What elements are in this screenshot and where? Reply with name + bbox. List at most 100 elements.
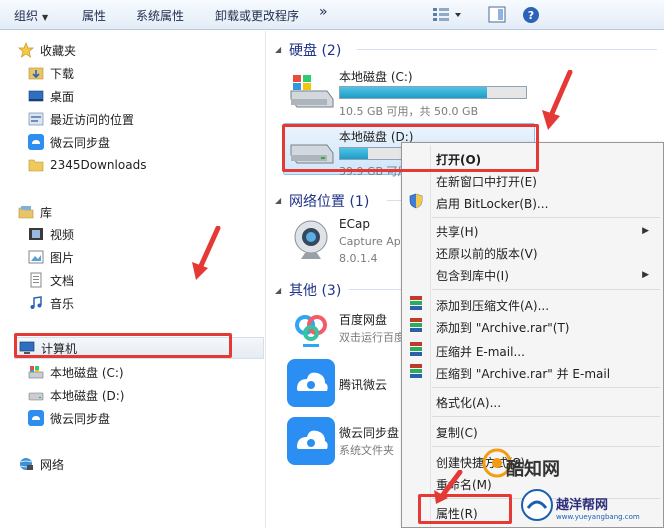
nav-pictures[interactable]: 图片 bbox=[28, 246, 74, 268]
weiyun-icon bbox=[287, 417, 335, 465]
nav-network[interactable]: 网络 bbox=[18, 453, 64, 475]
svg-text:?: ? bbox=[528, 9, 534, 22]
nav-recent[interactable]: 最近访问的位置 bbox=[28, 108, 134, 130]
submenu-arrow-icon: ▶ bbox=[642, 270, 649, 280]
nav-label: 下载 bbox=[50, 66, 75, 81]
menu-item-share[interactable]: 共享(H) bbox=[436, 223, 478, 240]
library-icon bbox=[18, 204, 34, 220]
menu-item-compress-email[interactable]: 压缩并 E-mail... bbox=[436, 343, 525, 360]
nav-label: 2345Downloads bbox=[50, 158, 147, 172]
watermark-badge-icon bbox=[521, 489, 553, 521]
nav-drive-d[interactable]: 本地磁盘 (D:) bbox=[28, 384, 124, 406]
nav-libraries[interactable]: 库 bbox=[18, 201, 52, 223]
nav-label: 本地磁盘 (C:) bbox=[50, 365, 124, 380]
nav-label: 桌面 bbox=[50, 89, 75, 104]
weiyun-icon bbox=[28, 410, 44, 426]
nav-label: 音乐 bbox=[50, 296, 75, 311]
nav-label: 微云同步盘 bbox=[50, 135, 111, 150]
tencent-weiyun-name: 腾讯微云 bbox=[339, 378, 388, 392]
collapse-arrow-icon[interactable]: ◢ bbox=[275, 45, 281, 54]
nav-drive-c[interactable]: 本地磁盘 (C:) bbox=[28, 361, 124, 383]
group-header-hdd[interactable]: 硬盘 (2) bbox=[289, 40, 341, 60]
windows-drive-icon bbox=[290, 75, 334, 108]
nav-label: 文档 bbox=[50, 273, 75, 288]
weiyun-icon bbox=[28, 134, 44, 150]
view-options-icon[interactable] bbox=[432, 6, 462, 27]
ecap-version: 8.0.1.4 bbox=[339, 252, 378, 265]
menu-item-copy[interactable]: 复制(C) bbox=[436, 424, 478, 441]
watermark-sub-text: 越洋帮网 bbox=[556, 498, 609, 513]
navigation-pane: 收藏夹 下载 桌面 最近访问的位置 微云同步盘 2345Downloads 库 … bbox=[0, 31, 266, 528]
menu-item-open-new-window[interactable]: 在新窗口中打开(E) bbox=[436, 173, 537, 190]
winrar-icon bbox=[410, 342, 422, 356]
shield-icon bbox=[409, 193, 423, 209]
menu-item-include-library[interactable]: 包含到库中(I) bbox=[436, 267, 509, 284]
baidu-netdisk-icon bbox=[289, 307, 333, 351]
nav-label: 视频 bbox=[50, 227, 75, 242]
properties-button[interactable]: 属性 bbox=[82, 7, 106, 24]
submenu-arrow-icon: ▶ bbox=[642, 226, 649, 236]
uninstall-button[interactable]: 卸载或更改程序 bbox=[215, 7, 299, 24]
nav-label: 微云同步盘 bbox=[50, 411, 111, 426]
nav-label: 图片 bbox=[50, 250, 75, 265]
nav-label: 库 bbox=[40, 205, 53, 220]
menu-item-add-archive[interactable]: 添加到压缩文件(A)... bbox=[436, 297, 549, 314]
group-divider bbox=[357, 49, 657, 50]
menu-item-bitlocker[interactable]: 启用 BitLocker(B)... bbox=[436, 195, 548, 212]
command-bar: 组织 ▼ 属性 系统属性 卸载或更改程序 » ? bbox=[0, 0, 664, 30]
webcam-icon bbox=[294, 220, 328, 259]
nav-music[interactable]: 音乐 bbox=[28, 292, 74, 314]
drive-c-name: 本地磁盘 (C:) bbox=[339, 70, 413, 84]
drive-c-usage-fill bbox=[340, 87, 487, 98]
red-arrow-icon bbox=[542, 70, 573, 130]
folder-icon bbox=[28, 157, 44, 173]
menu-item-add-archive-rar[interactable]: 添加到 "Archive.rar"(T) bbox=[436, 319, 569, 336]
organize-button[interactable]: 组织 ▼ bbox=[14, 7, 48, 24]
nav-documents[interactable]: 文档 bbox=[28, 269, 74, 291]
highlight-drive-d-open bbox=[282, 124, 539, 172]
winrar-icon bbox=[410, 318, 422, 332]
drive-icon bbox=[28, 387, 44, 403]
collapse-arrow-icon[interactable]: ◢ bbox=[275, 196, 281, 205]
watermark-url-text: www.yueyangbang.com bbox=[556, 513, 640, 521]
red-arrow-icon bbox=[192, 226, 221, 280]
preview-pane-icon[interactable] bbox=[488, 6, 506, 27]
recent-places-icon bbox=[28, 111, 44, 127]
help-icon[interactable]: ? bbox=[522, 6, 540, 27]
nav-label: 收藏夹 bbox=[40, 43, 77, 58]
ecap-name: ECap bbox=[339, 217, 370, 231]
red-arrow-icon bbox=[434, 470, 463, 504]
menu-separator bbox=[432, 217, 660, 218]
windows-drive-icon bbox=[28, 364, 44, 380]
documents-icon bbox=[28, 272, 44, 288]
music-icon bbox=[28, 295, 44, 311]
group-header-other[interactable]: 其他 (3) bbox=[289, 280, 341, 300]
winrar-icon bbox=[410, 364, 422, 378]
weiyun-sync-sub: 系统文件夹 bbox=[339, 444, 394, 457]
drive-c-usage-text: 10.5 GB 可用，共 50.0 GB bbox=[339, 105, 479, 118]
more-commands-button[interactable]: » bbox=[319, 4, 328, 20]
group-divider bbox=[349, 289, 401, 290]
nav-2345downloads[interactable]: 2345Downloads bbox=[28, 154, 146, 176]
nav-weiyun-sync-2[interactable]: 微云同步盘 bbox=[28, 407, 110, 429]
watermark-text: 酷知网 bbox=[506, 459, 560, 480]
organize-label: 组织 bbox=[14, 9, 39, 23]
nav-desktop[interactable]: 桌面 bbox=[28, 85, 74, 107]
group-divider bbox=[387, 200, 401, 201]
weiyun-icon bbox=[287, 359, 335, 407]
nav-videos[interactable]: 视频 bbox=[28, 223, 74, 245]
group-header-network[interactable]: 网络位置 (1) bbox=[289, 191, 369, 211]
nav-favorites[interactable]: 收藏夹 bbox=[18, 39, 76, 61]
weiyun-sync-name: 微云同步盘 bbox=[339, 426, 400, 440]
collapse-arrow-icon[interactable]: ◢ bbox=[275, 286, 281, 295]
system-properties-button[interactable]: 系统属性 bbox=[136, 7, 184, 24]
drive-c-usage-bar bbox=[339, 86, 527, 99]
nav-downloads[interactable]: 下载 bbox=[28, 62, 74, 84]
pictures-icon bbox=[28, 249, 44, 265]
nav-weiyun-sync[interactable]: 微云同步盘 bbox=[28, 131, 110, 153]
menu-item-restore[interactable]: 还原以前的版本(V) bbox=[436, 245, 538, 262]
nav-label: 网络 bbox=[40, 457, 65, 472]
menu-item-format[interactable]: 格式化(A)... bbox=[436, 394, 501, 411]
menu-item-compress-rar-email[interactable]: 压缩到 "Archive.rar" 并 E-mail bbox=[436, 365, 610, 382]
desktop-icon bbox=[28, 88, 44, 104]
